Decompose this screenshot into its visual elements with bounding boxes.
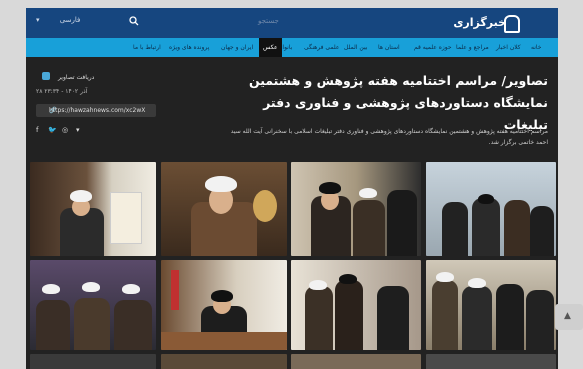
gallery-photo[interactable] — [30, 162, 156, 256]
scroll-top-button[interactable]: ▲ — [555, 304, 583, 330]
more-icon[interactable]: ▾ — [76, 126, 80, 134]
screen-frame: ▾ فارسی جستجو خبرگزاری حوزه خانهکلان اخب… — [0, 0, 583, 369]
gallery-photo[interactable] — [161, 162, 287, 256]
photo-gallery — [26, 8, 558, 369]
gallery-photo[interactable] — [161, 354, 287, 369]
short-link-text: https://hawzahnews.com/xc2wX — [49, 107, 146, 114]
gallery-photo[interactable] — [291, 354, 421, 369]
download-icon[interactable] — [42, 72, 50, 80]
download-images-link[interactable]: دریافت تصاویر — [58, 74, 94, 81]
gallery-photo[interactable] — [161, 260, 287, 350]
gallery-photo[interactable] — [426, 260, 556, 350]
publish-date: ۲۸ آذر ۱۴۰۲ - ۲۳:۳۴ — [36, 88, 88, 95]
gallery-photo[interactable] — [291, 260, 421, 350]
page: ▾ فارسی جستجو خبرگزاری حوزه خانهکلان اخب… — [26, 8, 558, 369]
gallery-photo[interactable] — [426, 162, 556, 256]
whatsapp-icon[interactable]: ◎ — [62, 126, 68, 134]
gallery-photo[interactable] — [30, 354, 156, 369]
short-link-box[interactable]: 🔗 https://hawzahnews.com/xc2wX — [36, 104, 156, 117]
twitter-icon[interactable]: 🐦 — [48, 126, 57, 134]
gallery-photo[interactable] — [30, 260, 156, 350]
facebook-icon[interactable]: f — [36, 126, 38, 134]
article-lead: مراسم اختتامیه هفته پژوهش و هشتمین نمایش… — [230, 128, 548, 146]
chevron-up-icon: ▲ — [564, 311, 571, 321]
gallery-photo[interactable] — [291, 162, 421, 256]
gallery-photo[interactable] — [426, 354, 556, 369]
